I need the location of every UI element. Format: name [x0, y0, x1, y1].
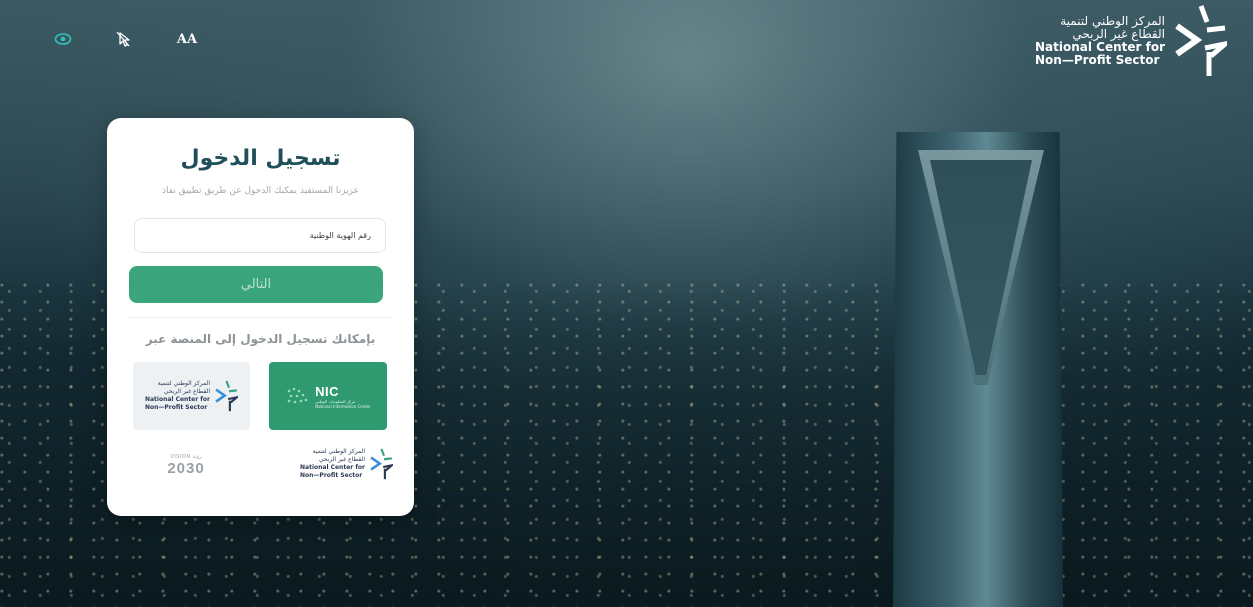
- login-card: تسجيل الدخول عزيزنا المستفيد يمكنك الدخو…: [107, 118, 414, 516]
- ncnp-en-line1: National Center for: [144, 396, 210, 403]
- ncnp-mark-icon: [215, 380, 238, 412]
- brand-mark-icon: [1175, 5, 1227, 76]
- alternative-login-label: بإمكانك تسجيل الدخول إلى المنصة عبر: [145, 332, 376, 346]
- vision-2030-logo: VISION رؤية 2030: [161, 454, 211, 484]
- national-id-input[interactable]: [134, 218, 386, 253]
- footer-brand-logo: المركز الوطني لتنمية القطاع غير الربحي N…: [300, 448, 394, 480]
- login-subtitle: عزيزنا المستفيد يمكنك الدخول عن طريق تطب…: [162, 186, 359, 196]
- font-size-icon[interactable]: AA: [174, 28, 200, 50]
- brand-en-line2: Non—Profit Sector: [1034, 53, 1160, 67]
- ncnp-login-button[interactable]: المركز الوطني لتنمية القطاع غير الربحي N…: [133, 362, 250, 430]
- ncnp-ar-line1: المركز الوطني لتنمية: [157, 380, 210, 387]
- page-title: تسجيل الدخول: [180, 146, 341, 171]
- footer-ar-line2: القطاع غير الربحي: [318, 456, 366, 463]
- eye-icon[interactable]: [50, 28, 76, 50]
- brand-text: المركز الوطني لتنمية القطاع غير الربحي N…: [1035, 15, 1165, 67]
- ncnp-logo-text: المركز الوطني لتنمية القطاع غير الربحي N…: [145, 380, 210, 412]
- footer-en-line1: National Center for: [300, 464, 366, 471]
- next-button[interactable]: التالي: [129, 266, 383, 303]
- nic-logo-icon: [287, 387, 308, 404]
- vision-year: 2030: [167, 460, 205, 477]
- footer-mark-icon: [370, 448, 394, 480]
- nic-login-button[interactable]: NIC مركز المعلومات الوطني National Infor…: [269, 362, 387, 430]
- footer-en-line2: Non—Profit Sector: [300, 472, 363, 479]
- ncnp-ar-line2: القطاع غير الربحي: [163, 388, 210, 395]
- header-brand-logo: المركز الوطني لتنمية القطاع غير الربحي N…: [1035, 4, 1227, 78]
- divider: [129, 317, 391, 318]
- nic-name: NIC: [315, 383, 339, 399]
- footer-ar-line1: المركز الوطني لتنمية: [312, 448, 366, 455]
- nic-logo-text: NIC مركز المعلومات الوطني National Infor…: [315, 384, 371, 409]
- nic-sub-en: National Information Center: [315, 403, 371, 409]
- ncnp-en-line2: Non—Profit Sector: [144, 404, 208, 411]
- footer-brand-text: المركز الوطني لتنمية القطاع غير الربحي N…: [300, 448, 365, 480]
- cursor-off-icon[interactable]: [110, 28, 136, 50]
